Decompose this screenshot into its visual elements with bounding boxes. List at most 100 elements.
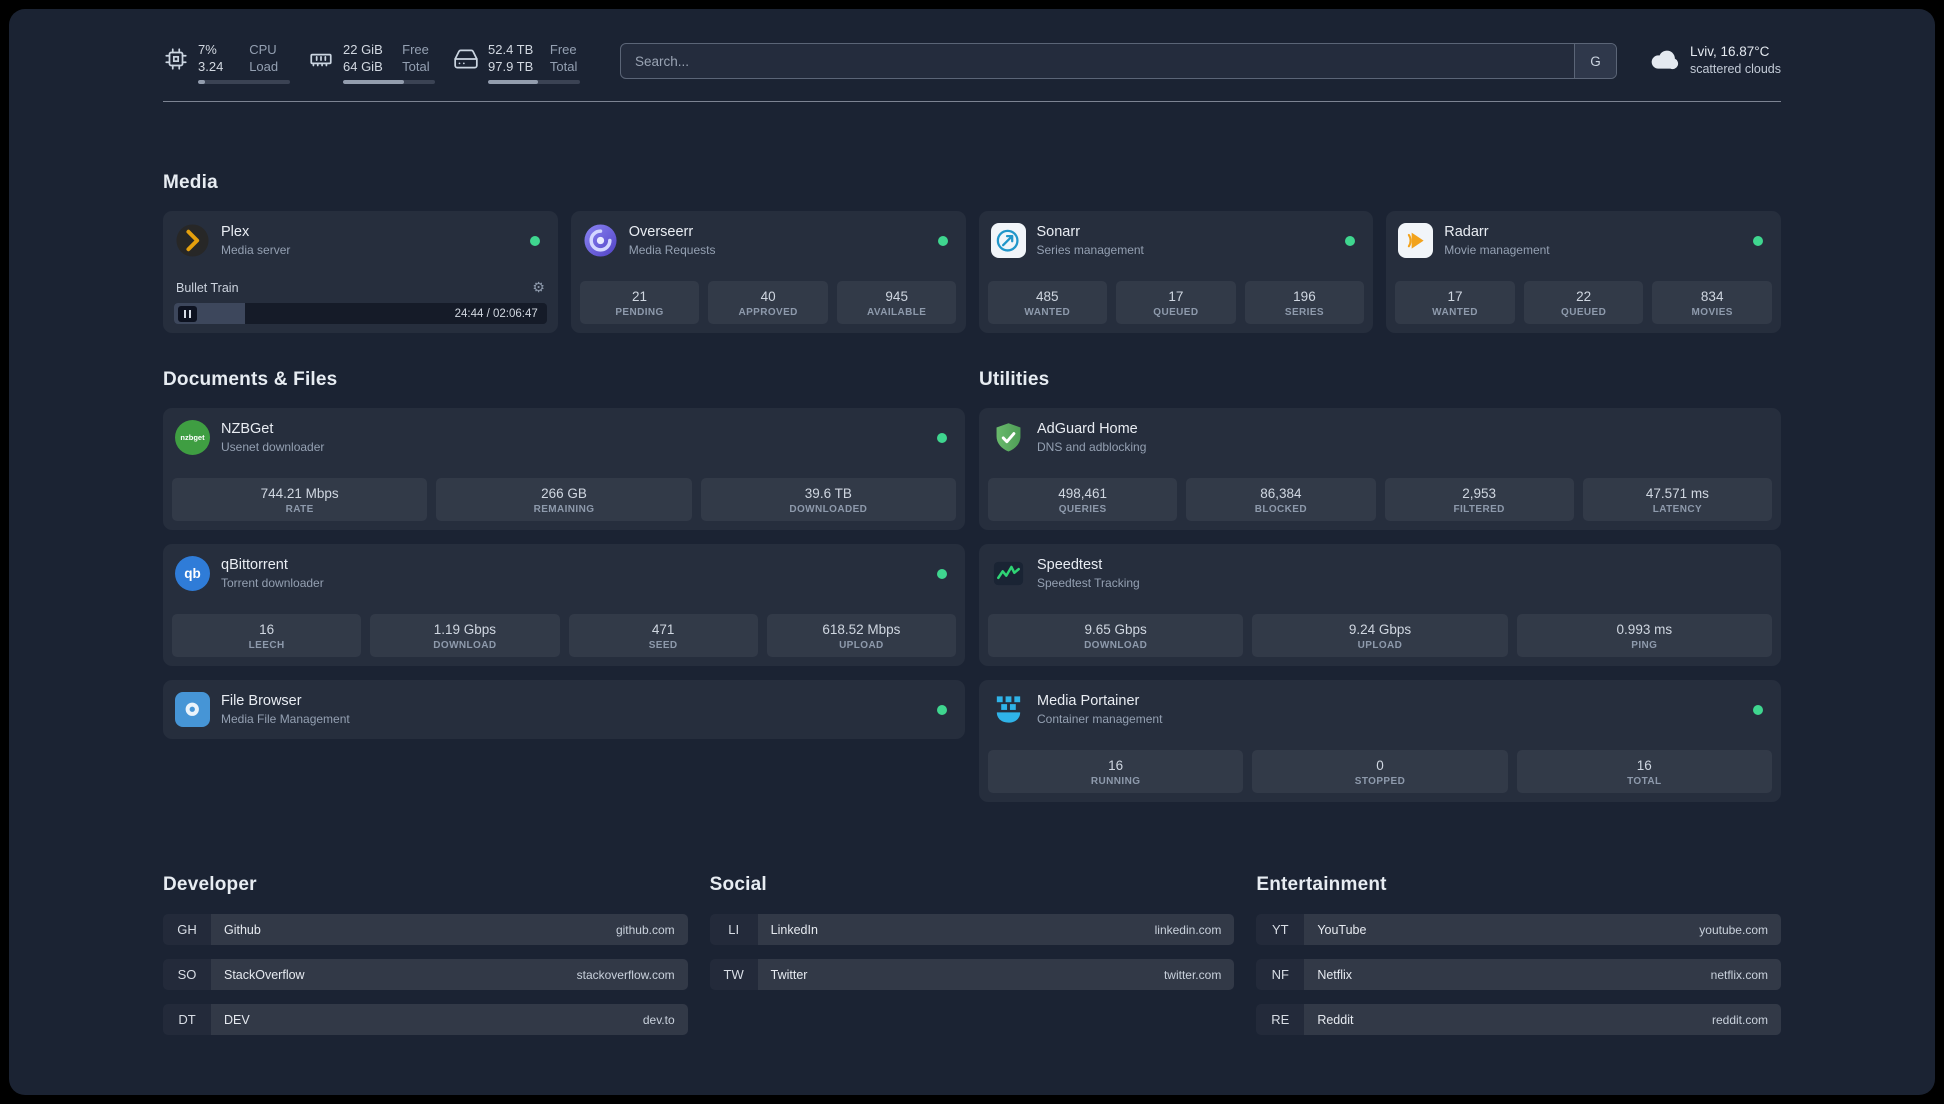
search-input[interactable] (621, 44, 1574, 78)
stat-value: 17 (1168, 289, 1184, 304)
bookmark-github[interactable]: GH Github github.com (163, 914, 688, 945)
bookmark-url: dev.to (642, 1012, 675, 1027)
qbittorrent-glyph: qb (184, 566, 201, 581)
stat-rate: 744.21 Mbps RATE (172, 478, 428, 521)
cpu-load: 3.24 (198, 59, 224, 74)
widget-settings-icon[interactable]: ⚙ (532, 279, 545, 296)
qbittorrent-card[interactable]: qb qBittorrent Torrent downloader 16 LEE… (163, 544, 965, 666)
playback-progressbar[interactable]: 24:44 / 02:06:47 (174, 303, 547, 324)
stat-wanted: 485 WANTED (987, 281, 1108, 324)
stat-label: FILTERED (1453, 504, 1505, 515)
bookmark-dev[interactable]: DT DEV dev.to (163, 1004, 688, 1035)
disk-total-label: Total (549, 59, 578, 74)
stat-value: 1.19 Gbps (433, 622, 497, 637)
section-utilities: Utilities AdGuard Home DNS and adblockin… (979, 369, 1781, 802)
stat-queries: 498,461 QUERIES (988, 478, 1178, 521)
nzbget-card[interactable]: nzbget NZBGet Usenet downloader 744.21 M… (163, 408, 965, 530)
bookmark-youtube[interactable]: YT YouTube youtube.com (1256, 914, 1781, 945)
bookmark-stackoverflow[interactable]: SO StackOverflow stackoverflow.com (163, 959, 688, 990)
section-title-media: Media (163, 172, 218, 193)
stat-blocked: 86,384 BLOCKED (1186, 478, 1376, 521)
plex-icon (175, 223, 210, 258)
cpu-widget: 7% CPU 3.24 Load (163, 41, 290, 84)
disk-free-label: Free (549, 42, 577, 57)
bookmark-linkedin[interactable]: LI LinkedIn linkedin.com (710, 914, 1235, 945)
qbittorrent-icon: qb (175, 556, 210, 591)
search-bar[interactable]: G (620, 43, 1617, 79)
bookmark-name: Github (224, 922, 261, 937)
stat-value: 9.65 Gbps (1084, 622, 1147, 637)
bookmark-netflix[interactable]: NF Netflix netflix.com (1256, 959, 1781, 990)
app-name: Media Portainer (1037, 693, 1140, 709)
stat-value: 266 GB (541, 486, 587, 501)
plex-now-playing-widget: Bullet Train ⚙ 24:44 / 02:06:47 (172, 279, 549, 324)
bookmark-name: Reddit (1317, 1012, 1354, 1027)
stat-label: APPROVED (738, 307, 798, 318)
portainer-icon (991, 692, 1026, 727)
stat-label: DOWNLOADED (789, 504, 868, 515)
adguard-card[interactable]: AdGuard Home DNS and adblocking 498,461 … (979, 408, 1781, 530)
sonarr-icon (990, 223, 1026, 258)
radarr-card[interactable]: Radarr Movie management 17 WANTED 22 QUE… (1386, 211, 1781, 333)
memory-free: 22 GiB (343, 42, 383, 57)
bookmark-group-entertainment: Entertainment YT YouTube youtube.com NF … (1256, 874, 1781, 1049)
status-dot (937, 432, 947, 443)
stat-label: BLOCKED (1254, 504, 1307, 515)
cpu-icon (165, 48, 187, 70)
stat-movies: 834 MOVIES (1652, 281, 1772, 324)
bookmark-abbr: TW (710, 959, 758, 990)
bookmark-twitter[interactable]: TW Twitter twitter.com (710, 959, 1235, 990)
stat-value: 47.571 ms (1645, 486, 1709, 501)
bookmark-reddit[interactable]: RE Reddit reddit.com (1256, 1004, 1781, 1035)
stat-latency: 47.571 ms LATENCY (1582, 478, 1772, 521)
bookmark-url: github.com (615, 922, 675, 937)
cpu-usage: 7% (198, 42, 217, 57)
memory-free-label: Free (402, 42, 429, 57)
filebrowser-icon (175, 692, 210, 727)
app-subtitle: Movie management (1444, 243, 1550, 257)
nzbget-icon: nzbget (175, 420, 210, 455)
stat-label: TOTAL (1627, 776, 1662, 787)
portainer-card[interactable]: Media Portainer Container management 16 … (979, 680, 1781, 802)
overseerr-card[interactable]: Overseerr Media Requests 21 PENDING 40 A… (570, 211, 966, 333)
bookmark-url: linkedin.com (1154, 922, 1222, 937)
adguard-icon (991, 420, 1026, 455)
disk-widget: 52.4 TB Free 97.9 TB Total (453, 41, 580, 84)
search-provider-button[interactable]: G (1573, 44, 1616, 78)
app-subtitle: Media Requests (628, 243, 716, 257)
stat-label: STOPPED (1354, 776, 1406, 787)
memory-total: 64 GiB (343, 59, 383, 74)
bookmark-url: reddit.com (1711, 1012, 1768, 1027)
plex-card[interactable]: Plex Media server Bullet Train ⚙ 24:44 /… (163, 211, 558, 333)
filebrowser-card[interactable]: File Browser Media File Management (163, 680, 965, 739)
stat-label: PENDING (615, 307, 664, 318)
bookmarks: Developer GH Github github.com SO StackO… (163, 874, 1781, 1049)
sonarr-card[interactable]: Sonarr Series management 485 WANTED 17 Q… (978, 211, 1374, 333)
stat-value: 22 (1576, 289, 1592, 304)
stat-value: 498,461 (1058, 486, 1108, 501)
nzbget-glyph: nzbget (180, 433, 205, 442)
stat-stopped: 0 STOPPED (1252, 750, 1508, 793)
disk-progressbar (488, 80, 580, 84)
speedtest-card[interactable]: Speedtest Speedtest Tracking 9.65 Gbps D… (979, 544, 1781, 666)
stat-label: UPLOAD (839, 640, 884, 651)
stat-value: 0 (1376, 758, 1384, 773)
stat-value: 21 (632, 289, 648, 304)
bookmark-url: twitter.com (1163, 967, 1222, 982)
bookmark-group-developer: Developer GH Github github.com SO StackO… (163, 874, 688, 1049)
bookmark-group-title: Developer (163, 874, 257, 895)
bookmark-group-title: Social (709, 874, 767, 895)
disk-free: 52.4 TB (488, 42, 534, 57)
status-dot (937, 235, 948, 246)
pause-button[interactable] (178, 305, 197, 322)
app-name: NZBGet (221, 421, 274, 437)
status-dot (1753, 704, 1763, 715)
app-name: File Browser (221, 693, 302, 709)
bookmark-group-social: Social LI LinkedIn linkedin.com TW Twitt… (710, 874, 1235, 1049)
stat-value: 744.21 Mbps (260, 486, 339, 501)
bookmark-abbr: SO (163, 959, 211, 990)
cpu-label: CPU (249, 42, 277, 57)
stat-value: 834 (1700, 289, 1724, 304)
app-name: AdGuard Home (1037, 421, 1138, 437)
radarr-icon (1398, 223, 1434, 258)
